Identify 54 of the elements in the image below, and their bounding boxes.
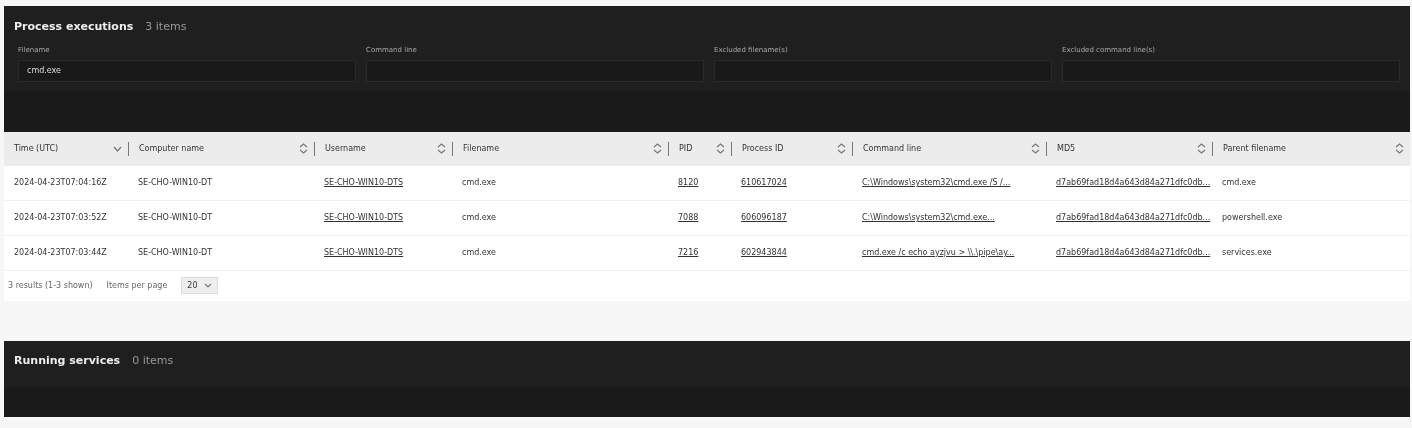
table-link[interactable]: SE-CHO-WIN10-DTS [324,248,404,257]
table-link[interactable]: 8120 [678,178,699,187]
column-header[interactable]: Filename [463,144,500,153]
table-cell: SE-CHO-WIN10-DT [138,178,213,187]
column-header[interactable]: Command line [863,144,922,153]
table-cell: powershell.exe [1222,213,1283,222]
table-link[interactable]: SE-CHO-WIN10-DTS [324,213,404,222]
chevron-down-icon [203,283,212,288]
table-link[interactable]: C:\Windows\system32\cmd.exe /S /... [862,178,1011,187]
table-link[interactable]: cmd.exe /c echo ayzjvu > \\.\pipe\ay... [862,248,1015,257]
table-link[interactable]: 7216 [678,248,699,257]
item-count: 3 items [145,19,187,33]
table-link[interactable]: d7ab69fad18d4a643d84a271dfc0db... [1056,178,1211,187]
sort-icon[interactable] [437,143,446,154]
sort-icon[interactable] [837,143,846,154]
table-link[interactable]: 606096187 [741,213,787,222]
table-link[interactable]: 602943844 [741,248,787,257]
table-link[interactable]: d7ab69fad18d4a643d84a271dfc0db... [1056,213,1211,222]
page-size-select[interactable]: 20 [181,277,218,294]
items-per-page-label: Items per page [106,281,168,290]
table-link[interactable]: C:\Windows\system32\cmd.exe... [862,213,995,222]
table-cell: cmd.exe [1222,178,1256,187]
sort-icon[interactable] [1031,143,1040,154]
sort-icon[interactable] [1197,143,1206,154]
table-cell: cmd.exe [462,213,496,222]
table-link[interactable]: 610617024 [741,178,787,187]
column-header[interactable]: MD5 [1057,144,1076,153]
table-cell: cmd.exe [462,248,496,257]
table-cell: SE-CHO-WIN10-DT [138,213,213,222]
table-cell: services.exe [1222,248,1272,257]
sort-icon[interactable] [716,143,725,154]
sort-descending-icon[interactable] [113,144,122,153]
table-cell: 2024-04-23T07:04:16Z [14,178,107,187]
table-link[interactable]: SE-CHO-WIN10-DTS [324,178,404,187]
table-cell: SE-CHO-WIN10-DT [138,248,213,257]
results-summary: 3 results (1-3 shown) [8,281,93,290]
column-header[interactable]: Username [325,144,366,153]
column-header[interactable]: Computer name [139,144,204,153]
item-count: 0 items [132,354,174,367]
panel-title: Process executions [14,19,134,33]
column-header[interactable]: Process ID [742,144,784,153]
column-header[interactable]: Parent filename [1223,144,1287,153]
column-header[interactable]: PID [679,144,693,153]
table-cell: 2024-04-23T07:03:44Z [14,248,107,257]
column-header[interactable]: Time (UTC) [14,144,59,153]
sort-icon[interactable] [653,143,662,154]
sort-icon[interactable] [299,143,308,154]
table-link[interactable]: d7ab69fad18d4a643d84a271dfc0db... [1056,248,1211,257]
table-link[interactable]: 7088 [678,213,699,222]
table-cell: 2024-04-23T07:03:52Z [14,213,107,222]
input-field[interactable]: cmd.exe [18,59,356,82]
table-cell: cmd.exe [462,178,496,187]
sort-icon[interactable] [1395,143,1404,154]
panel-title: Running services [14,354,121,367]
